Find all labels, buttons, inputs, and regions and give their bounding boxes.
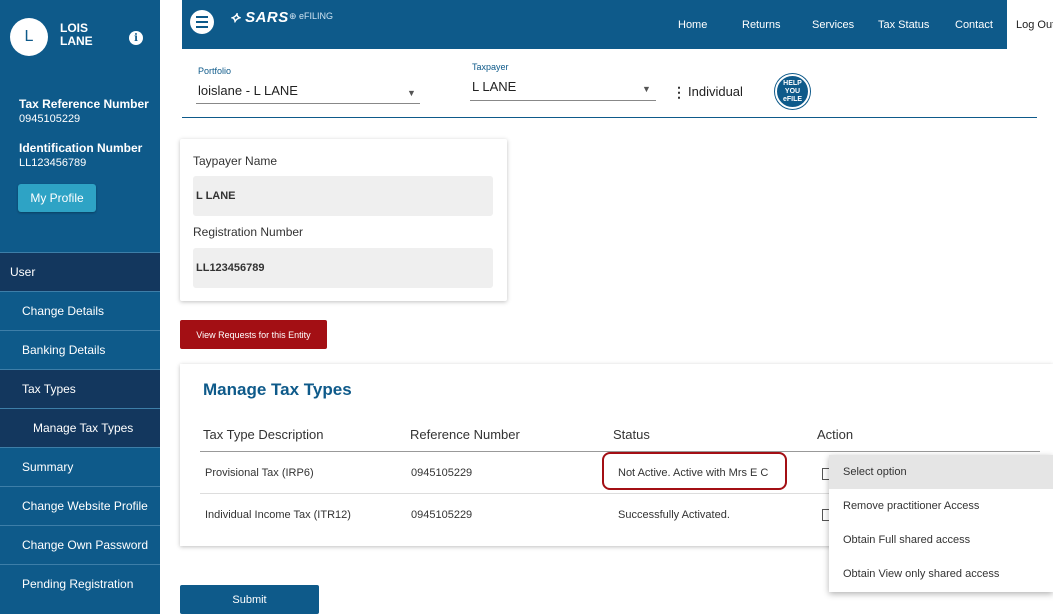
brand-sub-text: eFILING [299,11,334,21]
id-number-label: Identification Number [19,141,143,155]
taxpayer-card: Taypayer Name L LANE Registration Number… [180,139,507,301]
header-divider [182,117,1037,118]
page: L LOIS LANE i Tax Reference Number 09451… [0,0,1053,614]
info-icon[interactable]: i [129,31,143,45]
taxpayer-name-field: L LANE [193,176,493,216]
tax-ref-value: 0945105229 [19,113,81,125]
dropdown-option-select[interactable]: Select option [829,455,1053,489]
action-dropdown-menu: Select option Remove practitioner Access… [829,455,1053,592]
tax-ref-label: Tax Reference Number [19,97,149,111]
taxpayer-caret-icon[interactable]: ▼ [642,84,651,94]
header-action: Action [817,427,854,442]
sidebar-item-pending-registration[interactable]: Pending Registration [0,564,160,603]
taxpayer-underline [470,100,656,101]
sidebar-item-banking-details[interactable]: Banking Details [0,330,160,369]
user-last-name: LANE [60,34,93,48]
avatar[interactable]: L [10,18,48,56]
view-requests-button[interactable]: View Requests for this Entity [180,320,327,349]
sidebar-item-change-website-profile[interactable]: Change Website Profile [0,486,160,525]
header-status: Status [613,427,650,442]
row1-description: Provisional Tax (IRP6) [205,467,314,479]
row2-reference: 0945105229 [411,509,473,521]
dropdown-option-full-shared[interactable]: Obtain Full shared access [829,523,1053,557]
id-number-value: LL123456789 [19,157,87,169]
help-you-efile-icon[interactable]: HELP YOU eFILE [775,74,810,109]
sidebar-menu: User Change Details Banking Details Tax Typ… [0,252,160,603]
help-line1: HELP [783,79,802,87]
more-options-icon[interactable]: ⋮ [672,84,686,101]
user-name: LOIS LANE [60,22,120,48]
sidebar-item-change-details[interactable]: Change Details [0,291,160,330]
user-panel: L LOIS LANE i Tax Reference Number 09451… [0,0,160,240]
nav-contact[interactable]: Contact [955,0,993,49]
sidebar-item-change-own-password[interactable]: Change Own Password [0,525,160,564]
sidebar: L LOIS LANE i Tax Reference Number 09451… [0,0,160,614]
hamburger-menu-icon[interactable] [190,10,214,34]
sidebar-item-manage-tax-types[interactable]: Manage Tax Types [0,408,160,447]
nav-returns[interactable]: Returns [742,0,781,49]
nav-home[interactable]: Home [678,0,707,49]
sidebar-item-user[interactable]: User [0,252,160,291]
dropdown-option-remove-practitioner[interactable]: Remove practitioner Access [829,489,1053,523]
row2-description: Individual Income Tax (ITR12) [205,509,351,521]
header-tax-type-description: Tax Type Description [203,427,324,442]
nav-services[interactable]: Services [812,0,854,49]
sidebar-item-summary[interactable]: Summary [0,447,160,486]
taxpayer-label: Taxpayer [472,62,509,72]
taxpayer-select[interactable]: L LANE [472,79,516,94]
taxpayer-name-label: Taypayer Name [193,154,278,168]
portfolio-caret-icon[interactable]: ▼ [407,88,416,98]
nav-tax-status[interactable]: Tax Status [878,0,929,49]
my-profile-button[interactable]: My Profile [18,184,96,212]
brand-name: SARS [245,9,289,26]
logout-button[interactable]: Log Out [1007,0,1053,49]
efiling-logo: ⊕ eFILING [289,11,334,21]
submit-button[interactable]: Submit [180,585,319,614]
header-reference-number: Reference Number [410,427,520,442]
portfolio-underline [196,103,420,104]
row2-status: Successfully Activated. [618,509,730,521]
status-highlight-ring [602,452,787,490]
portfolio-label: Portfolio [198,66,232,76]
portfolio-select[interactable]: loislane - L LANE [198,83,298,98]
row1-reference: 0945105229 [411,467,473,479]
top-bar: ⟡ SARS ⊕ eFILING Home Returns Services T… [182,0,1053,49]
help-line3: eFILE [782,95,803,103]
dropdown-option-view-only-shared[interactable]: Obtain View only shared access [829,557,1053,591]
sidebar-item-tax-types[interactable]: Tax Types [0,369,160,408]
registration-number-field: LL123456789 [193,248,493,288]
registration-number-label: Registration Number [193,225,304,239]
panel-title: Manage Tax Types [203,380,352,399]
sars-logo[interactable]: ⟡ SARS [230,9,289,26]
help-line2: YOU [784,87,801,95]
taxpayer-type: Individual [688,84,743,99]
